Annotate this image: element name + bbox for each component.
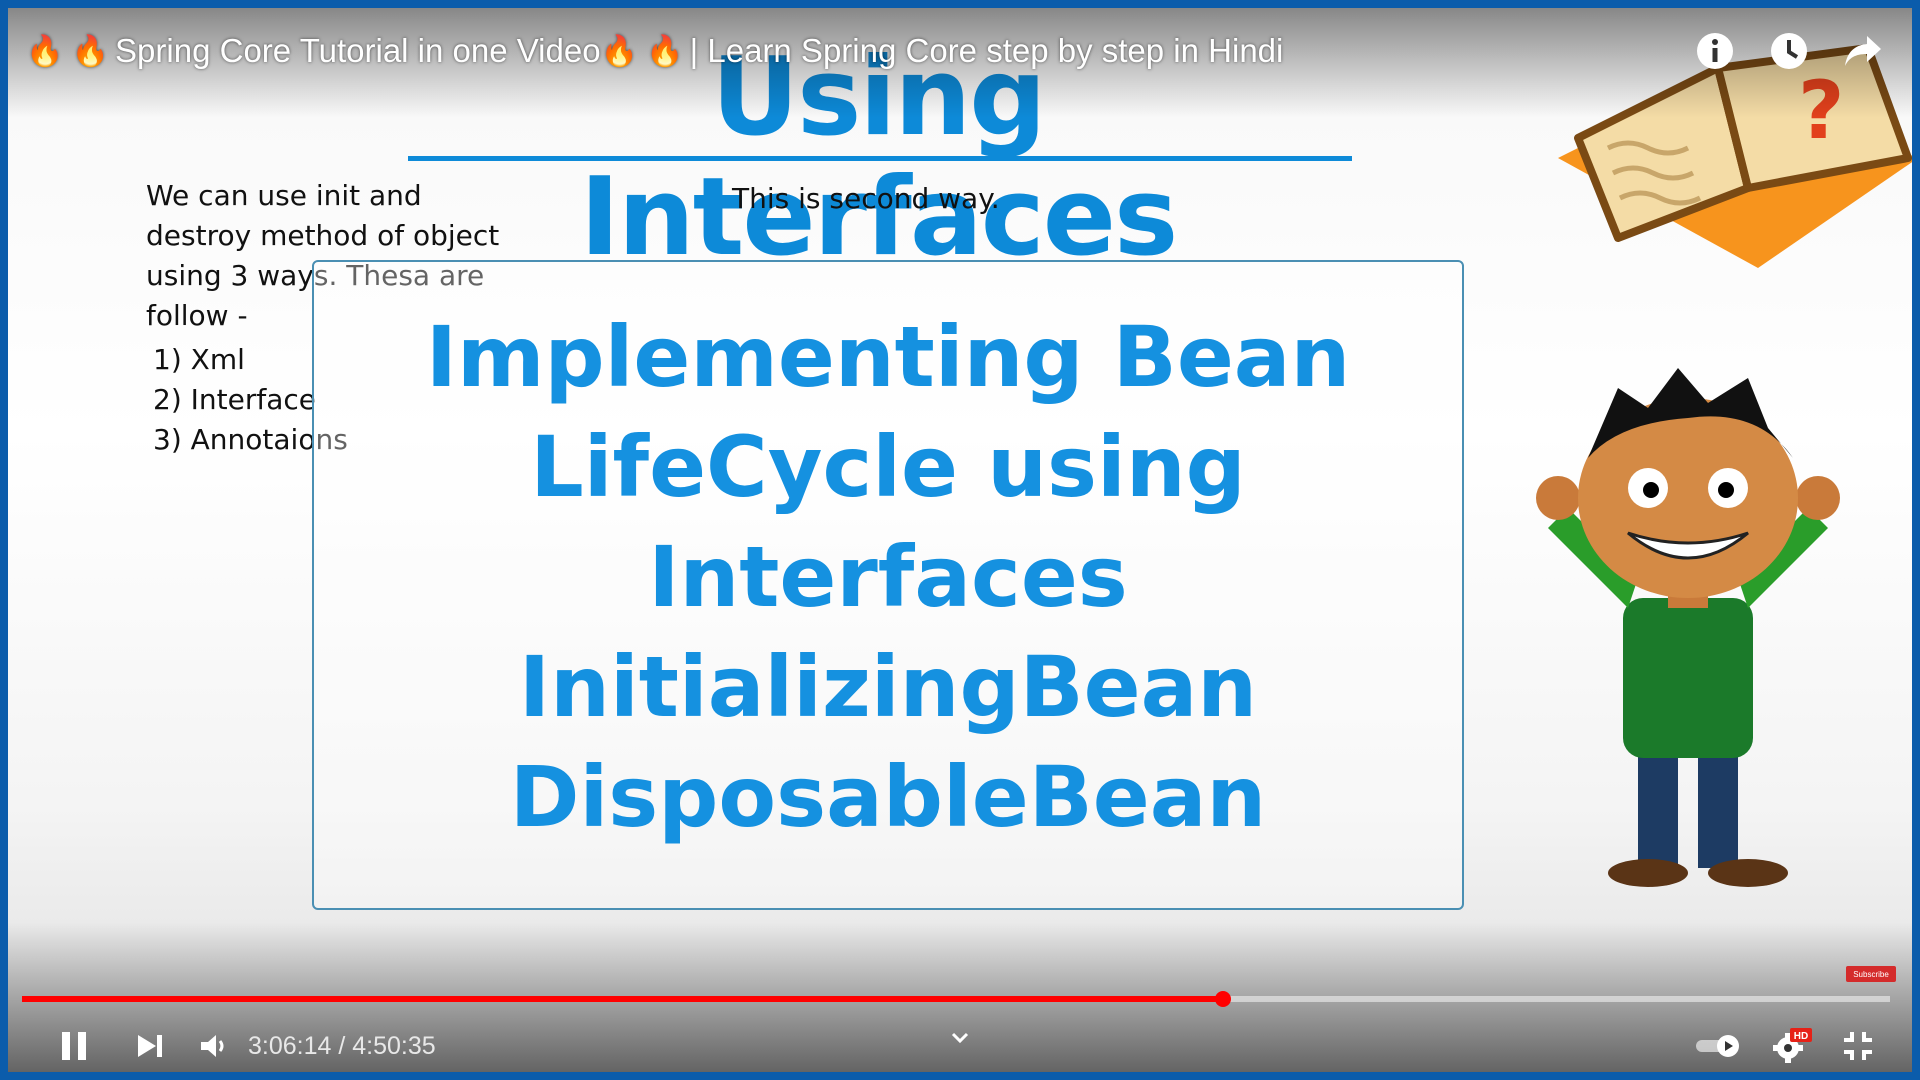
video-title[interactable]: 🔥 🔥 Spring Core Tutorial in one Video 🔥 …: [26, 26, 1283, 76]
gear-icon: HD: [1773, 1028, 1812, 1063]
autoplay-toggle-icon: [1696, 1035, 1739, 1057]
progress-played: [22, 996, 1224, 1002]
next-button[interactable]: [128, 1024, 172, 1068]
video-frame[interactable]: Using Interfaces We can use init and des…: [8, 8, 1912, 1072]
slide-note: This is second way.: [732, 182, 1000, 215]
skip-next-icon: [138, 1035, 162, 1057]
slide-content-box: Implementing Bean LifeCycle using Interf…: [312, 260, 1464, 910]
exit-fullscreen-button[interactable]: [1836, 1024, 1880, 1068]
current-time: 3:06:14: [248, 1032, 332, 1060]
box-line: LifeCycle using: [530, 418, 1246, 516]
fire-icon: 🔥 🔥: [26, 34, 110, 68]
video-player[interactable]: Using Interfaces We can use init and des…: [0, 0, 1920, 1080]
fire-icon: 🔥 🔥: [600, 34, 684, 68]
video-title-suffix: | Learn Spring Core step by step in Hind…: [689, 32, 1284, 69]
hd-badge: HD: [1794, 1031, 1808, 1042]
intro-line: We can use init and: [146, 179, 422, 212]
exit-fullscreen-icon: [1844, 1032, 1872, 1060]
box-line: Implementing Bean: [425, 308, 1351, 406]
cartoon-boy-illustration: [1536, 368, 1840, 887]
time-separator: /: [331, 1032, 353, 1060]
box-line: Interfaces: [648, 528, 1128, 626]
pause-icon: [62, 1032, 86, 1060]
box-line: InitializingBean: [518, 638, 1258, 736]
autoplay-toggle[interactable]: [1690, 1024, 1746, 1068]
intro-line: destroy method of object: [146, 219, 500, 252]
player-controls: 3:06:14 / 4:50:35 HD: [0, 1010, 1920, 1080]
chevron-down-button[interactable]: [938, 1016, 982, 1060]
title-underline: [408, 156, 1352, 161]
progress-scrubber[interactable]: [1215, 991, 1232, 1007]
duration: 4:50:35: [352, 1032, 436, 1060]
chevron-down-icon: [951, 1032, 969, 1044]
progress-bar[interactable]: [22, 991, 1890, 1007]
box-line: DisposableBean: [509, 748, 1267, 846]
volume-button[interactable]: [192, 1024, 236, 1068]
share-icon[interactable]: [1842, 30, 1884, 72]
pause-button[interactable]: [52, 1024, 96, 1068]
subscribe-watermark[interactable]: Subscribe: [1846, 966, 1896, 982]
video-title-text: Spring Core Tutorial in one Video: [115, 32, 601, 69]
settings-button[interactable]: HD: [1770, 1024, 1814, 1068]
watch-later-icon[interactable]: [1768, 30, 1810, 72]
top-right-actions: [1694, 30, 1884, 72]
volume-icon: [201, 1035, 224, 1057]
info-icon[interactable]: [1694, 30, 1736, 72]
time-display: 3:06:14 / 4:50:35: [248, 1032, 436, 1061]
